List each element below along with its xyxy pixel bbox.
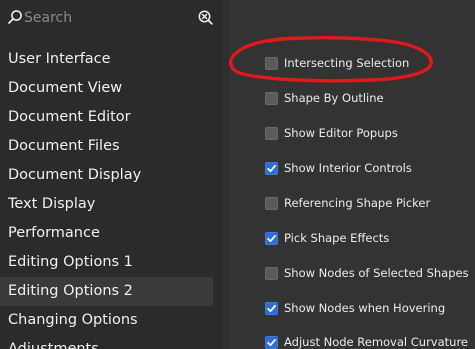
- checkbox[interactable]: [265, 301, 278, 315]
- preferences-window: User Interface Document View Document Ed…: [0, 0, 475, 349]
- sidebar-item-adjustments[interactable]: Adjustments: [0, 335, 222, 349]
- sidebar-item-document-display[interactable]: Document Display: [0, 161, 222, 190]
- search-input[interactable]: [24, 7, 189, 29]
- option-shape-by-outline[interactable]: Shape By Outline: [265, 88, 384, 108]
- sidebar: User Interface Document View Document Ed…: [0, 0, 222, 349]
- option-pick-shape-effects[interactable]: Pick Shape Effects: [265, 228, 389, 248]
- option-label: Pick Shape Effects: [284, 231, 390, 245]
- sidebar-item-editing-options-1[interactable]: Editing Options 1: [0, 248, 222, 277]
- option-label: Shape By Outline: [284, 91, 384, 105]
- clear-search-icon[interactable]: [198, 10, 213, 25]
- sidebar-item-document-files[interactable]: Document Files: [0, 132, 222, 161]
- sidebar-item-user-interface[interactable]: User Interface: [0, 45, 222, 74]
- option-show-nodes-when-hovering[interactable]: Show Nodes when Hovering: [265, 298, 445, 318]
- sidebar-item-document-view[interactable]: Document View: [0, 74, 222, 103]
- option-label: Referencing Shape Picker: [284, 196, 431, 210]
- category-list: User Interface Document View Document Ed…: [0, 45, 222, 349]
- option-show-interior-controls[interactable]: Show Interior Controls: [265, 158, 412, 178]
- checkbox[interactable]: [265, 161, 278, 175]
- checkbox[interactable]: [265, 335, 278, 349]
- sidebar-item-document-editor[interactable]: Document Editor: [0, 103, 222, 132]
- checkbox[interactable]: [265, 126, 278, 140]
- sidebar-item-performance[interactable]: Performance: [0, 219, 222, 248]
- sidebar-item-text-display[interactable]: Text Display: [0, 190, 222, 219]
- option-label: Intersecting Selection: [284, 56, 410, 70]
- option-label: Show Nodes of Selected Shapes: [284, 266, 469, 280]
- option-label: Show Nodes when Hovering: [284, 301, 446, 315]
- checkmark-icon: [267, 234, 276, 242]
- checkbox[interactable]: [265, 196, 278, 210]
- option-referencing-shape-picker[interactable]: Referencing Shape Picker: [265, 193, 430, 213]
- checkmark-icon: [267, 164, 276, 172]
- option-label: Show Interior Controls: [284, 161, 412, 175]
- option-intersecting-selection[interactable]: Intersecting Selection: [265, 53, 409, 73]
- option-adjust-node-removal-curvature[interactable]: Adjust Node Removal Curvature: [265, 332, 468, 349]
- checkbox[interactable]: [265, 56, 278, 70]
- search-bar: [0, 0, 222, 36]
- sidebar-item-changing-options[interactable]: Changing Options: [0, 306, 222, 335]
- checkbox[interactable]: [265, 91, 278, 105]
- checkmark-icon: [267, 304, 276, 312]
- search-icon: [8, 10, 22, 24]
- option-show-nodes-of-selected-shapes[interactable]: Show Nodes of Selected Shapes: [265, 263, 469, 283]
- checkbox[interactable]: [265, 231, 278, 245]
- option-label: Adjust Node Removal Curvature: [284, 335, 469, 349]
- option-show-editor-popups[interactable]: Show Editor Popups: [265, 123, 398, 143]
- sidebar-item-editing-options-2[interactable]: Editing Options 2: [0, 277, 213, 306]
- checkmark-icon: [267, 338, 276, 346]
- option-label: Show Editor Popups: [284, 126, 398, 140]
- checkbox[interactable]: [265, 266, 278, 280]
